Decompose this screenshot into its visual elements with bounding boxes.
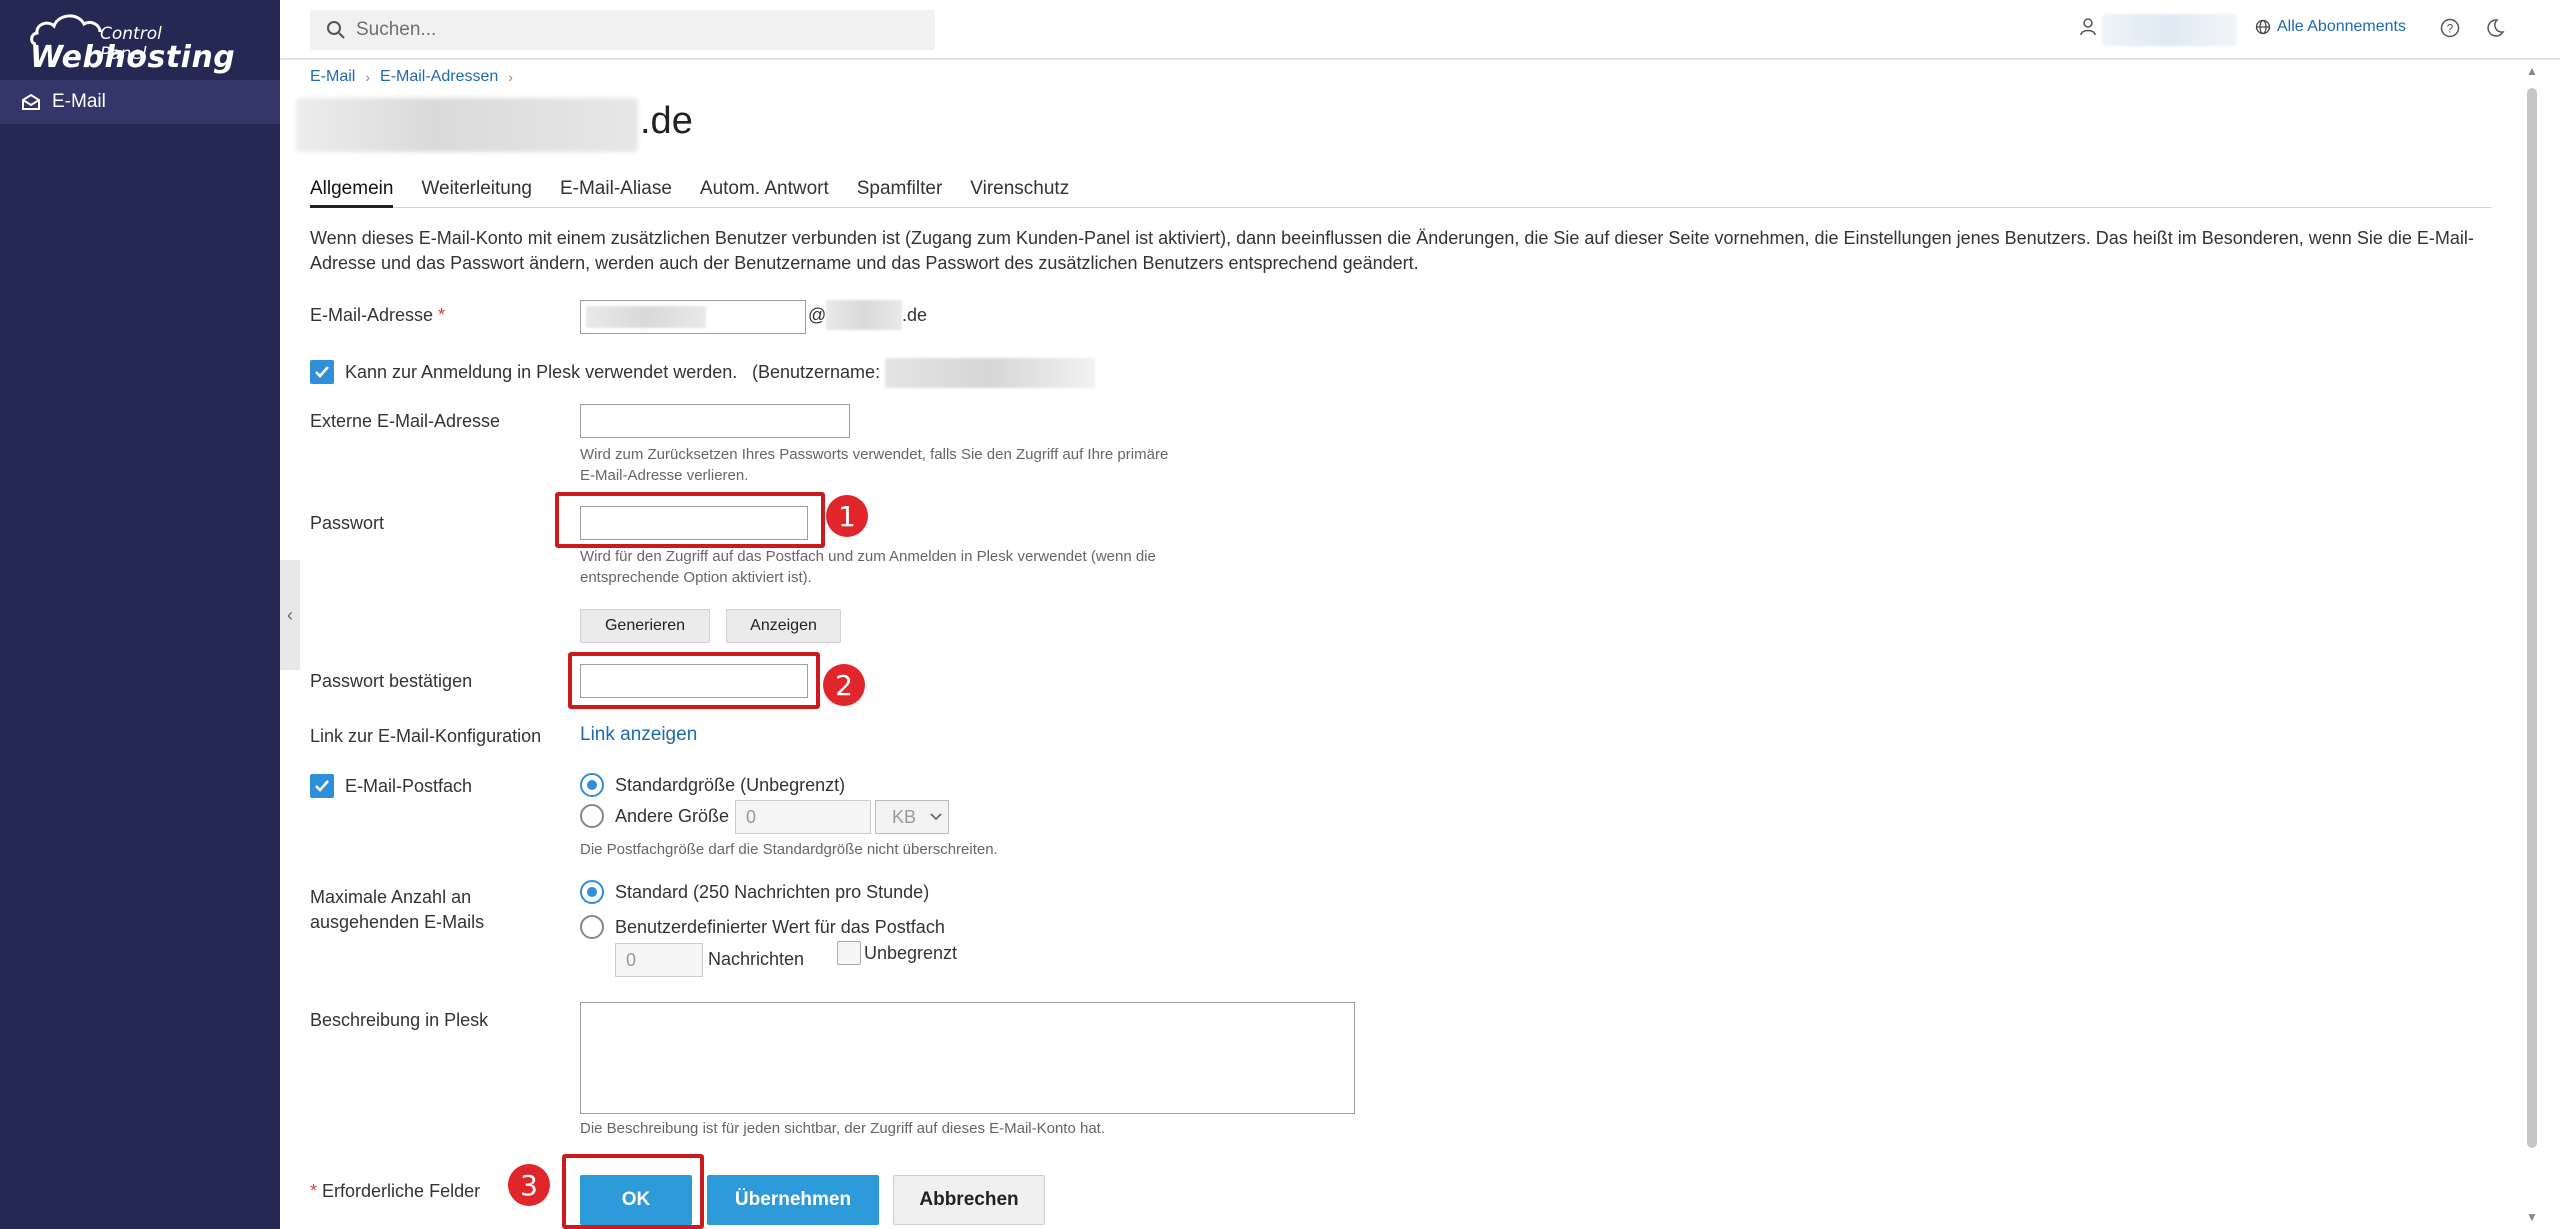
config-link-label: Link zur E-Mail-Konfiguration xyxy=(310,726,542,746)
email-local-part-redacted xyxy=(586,306,706,328)
chevron-left-icon: ‹ xyxy=(287,604,293,625)
scrollbar-thumb[interactable] xyxy=(2527,88,2537,1148)
tab-forwarding[interactable]: Weiterleitung xyxy=(421,176,532,208)
required-fields-note: * Erforderliche Felder xyxy=(310,1181,481,1201)
show-password-button[interactable]: Anzeigen xyxy=(726,609,841,643)
domain-redacted xyxy=(826,300,902,330)
mailbox-size-input[interactable]: 0 xyxy=(735,800,871,834)
chevron-right-icon: › xyxy=(508,69,513,85)
confirm-password-label: Passwort bestätigen xyxy=(310,671,473,691)
globe-icon xyxy=(2255,19,2271,35)
topbar: Alle Abonnements ? xyxy=(280,0,2560,60)
plesk-login-label: Kann zur Anmeldung in Plesk verwendet we… xyxy=(345,362,738,382)
sidebar-item-email[interactable]: E-Mail xyxy=(0,80,280,124)
external-email-hint: Wird zum Zurücksetzen Ihres Passworts ve… xyxy=(580,446,1169,484)
tab-autoresponder[interactable]: Autom. Antwort xyxy=(700,176,829,208)
sidebar-collapse-toggle[interactable]: ‹ xyxy=(280,560,300,670)
breadcrumb-item-email[interactable]: E-Mail xyxy=(310,68,355,86)
mailbox-other-radio[interactable] xyxy=(580,804,604,828)
cancel-button[interactable]: Abbrechen xyxy=(893,1175,1045,1225)
tab-antivirus[interactable]: Virenschutz xyxy=(970,176,1069,208)
mail-icon xyxy=(20,91,42,113)
mailbox-other-label: Andere Größe xyxy=(615,806,730,826)
chevron-right-icon: › xyxy=(365,69,371,85)
checkmark-icon xyxy=(315,366,329,378)
mailbox-hint: Die Postfachgröße darf die Standardgröße… xyxy=(580,841,998,858)
description-hint: Die Beschreibung ist für jeden sichtbar,… xyxy=(580,1120,1105,1137)
sidebar-item-label: E-Mail xyxy=(52,91,106,112)
subscriptions-selector[interactable]: Alle Abonnements xyxy=(2255,18,2406,36)
username-redacted xyxy=(885,358,1095,388)
page-title-redacted xyxy=(296,98,638,152)
logo-title: Webhosting xyxy=(30,40,236,75)
email-address-label: E-Mail-Adresse * xyxy=(310,305,446,325)
unlimited-label: Unbegrenzt xyxy=(864,943,958,963)
sidebar: Control Panel Webhosting E-Mail xyxy=(0,0,280,1229)
generate-password-button[interactable]: Generieren xyxy=(580,609,710,643)
password-input[interactable] xyxy=(580,506,808,540)
mailbox-label: E-Mail-Postfach xyxy=(345,776,473,796)
tab-aliases[interactable]: E-Mail-Aliase xyxy=(560,176,672,208)
mailbox-unit-select[interactable]: KB xyxy=(875,800,949,834)
ok-button[interactable]: OK xyxy=(580,1175,692,1225)
user-name-redacted[interactable] xyxy=(2102,14,2237,46)
max-outgoing-default-radio[interactable] xyxy=(580,880,604,904)
help-icon[interactable]: ? xyxy=(2440,18,2460,38)
password-hint: Wird für den Zugriff auf das Postfach un… xyxy=(580,548,1156,586)
max-outgoing-custom-label: Benutzerdefinierter Wert für das Postfac… xyxy=(615,917,945,937)
mailbox-checkbox[interactable] xyxy=(310,774,334,798)
page-title: .de xyxy=(640,100,693,142)
scroll-up-icon[interactable]: ▲ xyxy=(2526,64,2538,78)
tab-general[interactable]: Allgemein xyxy=(310,176,394,208)
domain-suffix: .de xyxy=(902,305,928,325)
scroll-down-icon[interactable]: ▼ xyxy=(2526,1210,2538,1224)
tab-bar: Allgemein Weiterleitung E-Mail-Aliase Au… xyxy=(310,176,2492,208)
apply-button[interactable]: Übernehmen xyxy=(707,1175,879,1225)
max-outgoing-default-label: Standard (250 Nachrichten pro Stunde) xyxy=(615,882,930,902)
required-marker: * xyxy=(438,305,446,325)
search-input[interactable] xyxy=(356,19,916,41)
breadcrumb: E-Mail › E-Mail-Adressen › xyxy=(310,68,523,86)
logo[interactable]: Control Panel Webhosting xyxy=(28,10,235,75)
subscriptions-label: Alle Abonnements xyxy=(2277,18,2406,35)
unlimited-checkbox[interactable] xyxy=(837,941,861,965)
mailbox-default-label: Standardgröße (Unbegrenzt) xyxy=(615,775,846,795)
external-email-input[interactable] xyxy=(580,404,850,438)
mailbox-default-radio[interactable] xyxy=(580,773,604,797)
max-outgoing-value-input[interactable]: 0 xyxy=(615,943,703,977)
confirm-password-input[interactable] xyxy=(580,664,808,698)
annotation-badge-3: 3 xyxy=(508,1164,550,1206)
username-label: (Benutzername: xyxy=(752,362,881,382)
max-outgoing-custom-radio[interactable] xyxy=(580,915,604,939)
show-config-link[interactable]: Link anzeigen xyxy=(580,724,697,746)
description-label: Beschreibung in Plesk xyxy=(310,1010,489,1030)
info-text: Wenn dieses E-Mail-Konto mit einem zusät… xyxy=(310,228,2474,273)
svg-text:?: ? xyxy=(2447,22,2454,36)
password-label: Passwort xyxy=(310,513,385,533)
tab-spamfilter[interactable]: Spamfilter xyxy=(857,176,943,208)
chevron-down-icon xyxy=(930,813,942,821)
breadcrumb-item-email-addresses[interactable]: E-Mail-Adressen xyxy=(380,68,498,86)
max-outgoing-label: Maximale Anzahl an ausgehenden E-Mails xyxy=(310,887,485,932)
description-textarea[interactable] xyxy=(580,1002,1355,1114)
external-email-label: Externe E-Mail-Adresse xyxy=(310,411,501,431)
plesk-login-checkbox[interactable] xyxy=(310,360,334,384)
search-icon xyxy=(327,21,345,39)
at-sign: @ xyxy=(808,305,827,325)
search-box xyxy=(310,10,935,50)
mailbox-unit-value: KB xyxy=(892,806,917,827)
moon-icon[interactable] xyxy=(2485,18,2505,38)
annotation-badge-1: 1 xyxy=(826,495,868,537)
messages-label: Nachrichten xyxy=(708,949,805,969)
user-icon[interactable] xyxy=(2080,18,2096,36)
annotation-badge-2: 2 xyxy=(823,664,865,706)
checkmark-icon xyxy=(315,780,329,792)
